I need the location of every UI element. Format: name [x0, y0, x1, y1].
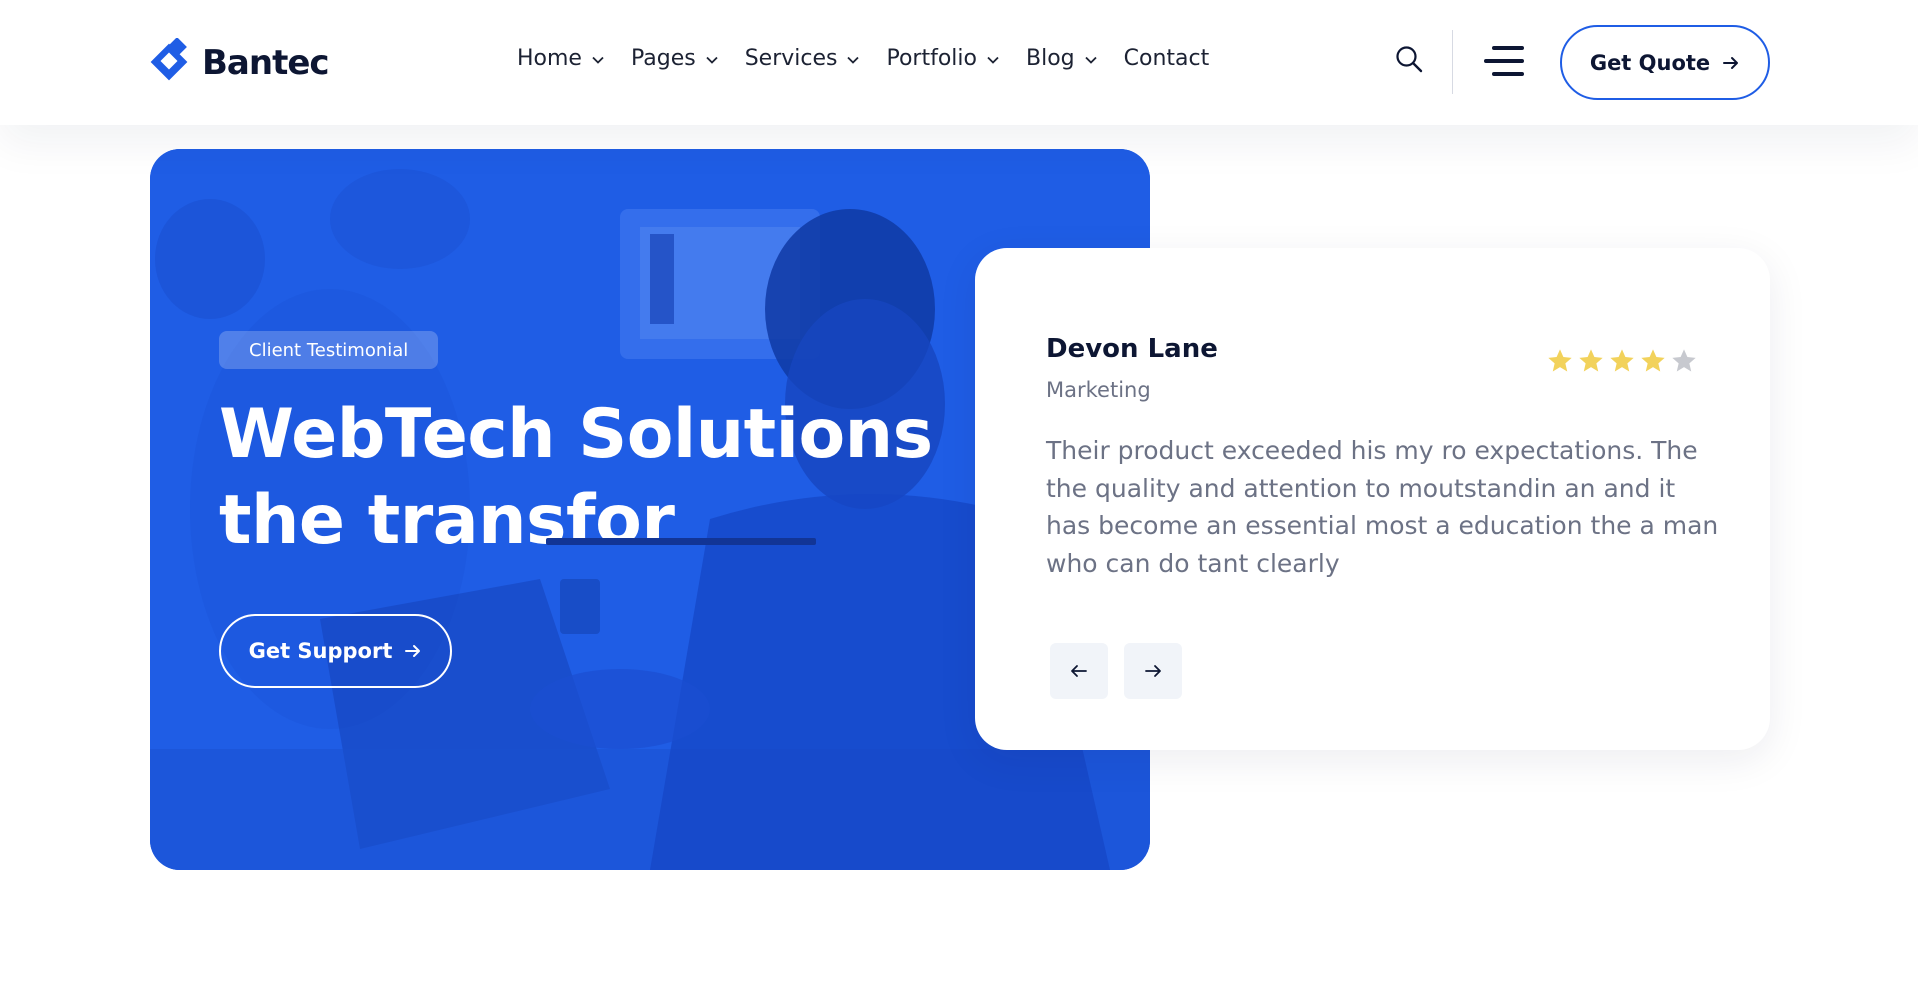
chevron-down-icon: [847, 56, 860, 64]
star-rating: [1546, 347, 1698, 375]
nav-item-home[interactable]: Home: [517, 46, 605, 71]
arrow-right-icon: [1145, 665, 1161, 677]
nav-item-contact[interactable]: Contact: [1124, 46, 1210, 71]
get-support-label: Get Support: [248, 639, 393, 663]
search-icon: [1396, 46, 1423, 73]
chevron-down-icon: [1085, 56, 1097, 64]
star-filled-icon: [1548, 349, 1572, 372]
nav-item-label: Pages: [630, 46, 696, 71]
get-support-button[interactable]: Get Support: [219, 614, 452, 688]
testimonial-quote: Their product exceeded his my ro expecta…: [1046, 436, 1719, 578]
star-filled-icon: [1641, 349, 1665, 372]
reviewer-name: Devon Lane: [1046, 334, 1218, 364]
nav-item-label: Home: [517, 46, 582, 71]
arrow-left-icon: [1071, 665, 1087, 677]
nav-item-portfolio[interactable]: Portfolio: [886, 46, 1000, 71]
arrow-right-icon: [405, 645, 421, 657]
nav-item-label: Portfolio: [886, 46, 977, 71]
get-quote-label: Get Quote: [1589, 50, 1711, 75]
logo[interactable]: Bantec: [148, 38, 330, 88]
testimonial-card: Devon Lane Marketing Their product excee…: [975, 248, 1770, 750]
nav-item-label: Services: [744, 46, 838, 71]
reviewer-role: Marketing: [1046, 378, 1151, 402]
star-empty-icon: [1672, 349, 1696, 372]
nav-item-services[interactable]: Services: [745, 46, 861, 71]
client-testimonial-badge: Client Testimonial: [219, 331, 439, 369]
nav-item-pages[interactable]: Pages: [631, 46, 719, 71]
arrow-right-icon: [1723, 56, 1739, 69]
title-underline: [546, 538, 816, 545]
search-button[interactable]: [1394, 44, 1424, 74]
chevron-down-icon: [592, 56, 604, 64]
star-filled-icon: [1610, 349, 1634, 372]
prev-testimonial-button[interactable]: [1050, 643, 1108, 699]
main-nav: Home Pages Services Portfolio Blog Conta…: [517, 46, 1235, 71]
logo-mark-icon: [150, 38, 188, 81]
star-filled-icon: [1579, 349, 1603, 372]
chevron-down-icon: [987, 56, 999, 64]
site-header: Bantec Home Pages Services Portfolio Blo…: [0, 0, 1918, 125]
brand-name: Bantec: [202, 43, 330, 83]
nav-item-label: Contact: [1123, 46, 1210, 71]
nav-item-label: Blog: [1026, 46, 1075, 71]
header-divider: [1452, 30, 1453, 94]
get-quote-button[interactable]: Get Quote: [1560, 25, 1770, 100]
menu-button[interactable]: [1484, 46, 1524, 78]
nav-item-blog[interactable]: Blog: [1026, 46, 1098, 71]
next-testimonial-button[interactable]: [1124, 643, 1182, 699]
chevron-down-icon: [706, 56, 718, 64]
